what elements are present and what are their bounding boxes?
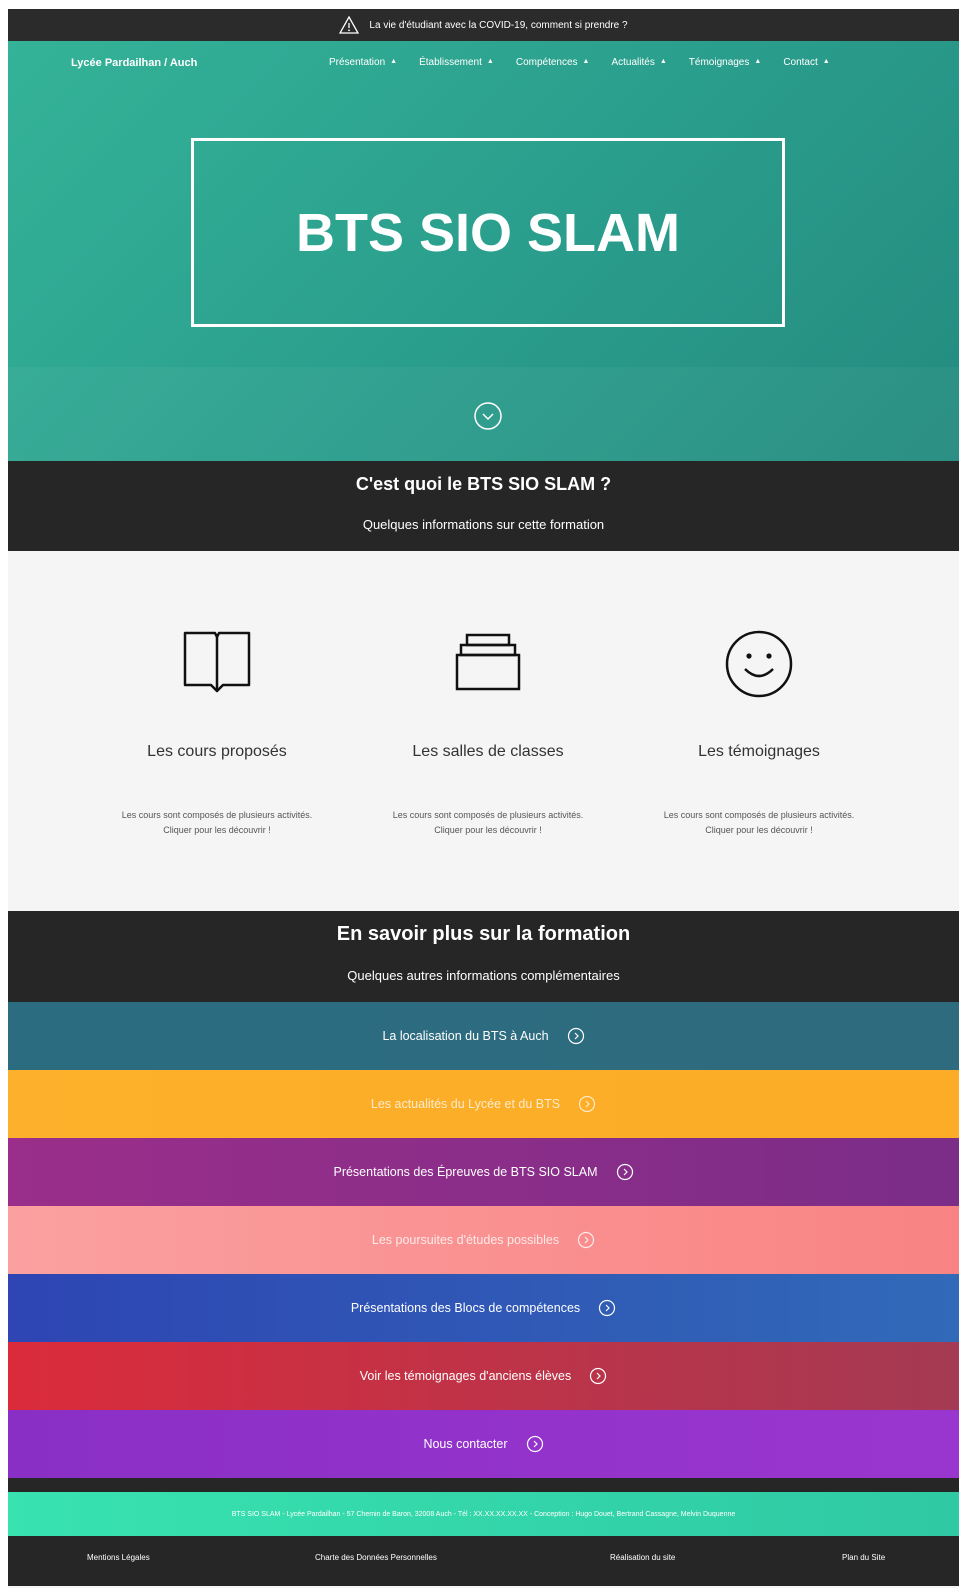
feature-desc-line: Cliquer pour les découvrir ! [434,825,542,835]
nav-item-presentation[interactable]: Présentation ▲ [329,57,397,68]
link-localisation[interactable]: La localisation du BTS à Auch [8,1002,959,1070]
chevron-right-circle-icon [578,1231,595,1249]
nav-item-contact[interactable]: Contact ▲ [783,57,829,68]
chevron-right-circle-icon [590,1367,607,1385]
nav-item-competences[interactable]: Compétences ▲ [516,57,590,68]
chevron-down-circle-icon [474,402,502,430]
link-label: La localisation du BTS à Auch [382,1029,549,1043]
feature-description: Les cours sont composés de plusieurs act… [624,808,894,838]
link-label: Présentations des Épreuves de BTS SIO SL… [333,1165,598,1179]
section-more-header: En savoir plus sur la formation Quelques… [8,911,959,1002]
nav-item-label: Établissement [419,57,482,68]
page: La vie d'étudiant avec la COVID-19, comm… [8,9,959,1588]
nav-menu: Présentation ▲ Établissement ▲ Compétences… [329,57,852,68]
caret-up-icon: ▲ [659,58,667,65]
caret-up-icon: ▲ [754,58,762,65]
nav-item-temoignages[interactable]: Témoignages ▲ [689,57,762,68]
footer-link-realisation[interactable]: Réalisation du site [610,1553,675,1562]
feature-desc-line: Les cours sont composés de plusieurs act… [121,810,313,820]
footer-links: Mentions Légales Charte des Données Pers… [8,1536,959,1586]
hero-title-frame: BTS SIO SLAM [191,138,785,327]
nav-item-label: Contact [783,57,818,68]
feature-title: Les cours proposés [147,743,287,760]
feature-desc-line: Cliquer pour les découvrir ! [705,825,813,835]
chevron-right-circle-icon [567,1027,584,1045]
section-subtitle: Quelques informations sur cette formatio… [362,517,605,532]
link-label: Présentations des Blocs de compétences [350,1301,581,1315]
link-label: Voir les témoignages d'anciens élèves [359,1369,572,1383]
feature-title: Les salles de classes [412,743,564,760]
feature-desc-line: Les cours sont composés de plusieurs act… [392,810,584,820]
nav-item-actualites[interactable]: Actualités ▲ [611,57,666,68]
main-nav: Lycée Pardailhan / Auch Présentation ▲ Ét… [8,55,959,73]
nav-item-label: Témoignages [688,57,750,68]
caret-up-icon: ▲ [390,58,398,65]
link-epreuves[interactable]: Présentations des Épreuves de BTS SIO SL… [8,1138,959,1206]
scroll-down-button[interactable] [473,401,503,431]
brand-link[interactable]: Lycée Pardailhan / Auch [71,57,197,69]
feature-title: Les témoignages [698,743,820,760]
nav-item-label: Compétences [515,57,578,68]
link-label: Les actualités du Lycée et du BTS [370,1097,561,1111]
alert-text: La vie d'étudiant avec la COVID-19, comm… [369,19,628,31]
link-label: Nous contacter [423,1437,508,1451]
feature-desc-line: Les cours sont composés de plusieurs act… [663,810,855,820]
chevron-right-circle-icon [599,1299,616,1317]
section-title: C'est quoi le BTS SIO SLAM ? [355,474,612,494]
link-actualites[interactable]: Les actualités du Lycée et du BTS [8,1070,959,1138]
section-title: En savoir plus sur la formation [336,923,631,945]
archive-box-icon [353,629,623,699]
link-temoignages[interactable]: Voir les témoignages d'anciens élèves [8,1342,959,1410]
footer-link-charte[interactable]: Charte des Données Personnelles [315,1553,437,1562]
nav-item-label: Actualités [611,57,655,68]
chevron-right-circle-icon [616,1163,633,1181]
caret-up-icon: ▲ [486,58,494,65]
footer-info-text: BTS SIO SLAM - Lycée Pardailhan - 57 Che… [231,1510,736,1518]
caret-up-icon: ▲ [822,58,830,65]
feature-desc-line: Cliquer pour les découvrir ! [163,825,271,835]
open-book-icon [82,629,352,699]
hero: Lycée Pardailhan / Auch Présentation ▲ Ét… [8,41,959,461]
chevron-right-circle-icon [579,1095,596,1113]
nav-item-etablissement[interactable]: Établissement ▲ [419,57,494,68]
link-label: Les poursuites d'études possibles [371,1233,560,1247]
section-intro-header: C'est quoi le BTS SIO SLAM ? Quelques in… [8,461,959,551]
footer-info-bar: BTS SIO SLAM - Lycée Pardailhan - 57 Che… [8,1492,959,1536]
caret-up-icon: ▲ [582,58,590,65]
footer-link-mentions[interactable]: Mentions Légales [87,1553,150,1562]
link-blocs[interactable]: Présentations des Blocs de compétences [8,1274,959,1342]
link-poursuites[interactable]: Les poursuites d'études possibles [8,1206,959,1274]
hero-title: BTS SIO SLAM [295,202,680,263]
smiley-icon [624,629,894,699]
footer-divider [8,1478,959,1492]
feature-description: Les cours sont composés de plusieurs act… [82,808,352,838]
covid-alert-bar[interactable]: La vie d'étudiant avec la COVID-19, comm… [8,9,959,41]
chevron-right-circle-icon [526,1435,543,1453]
features-section: Les cours proposés Les cours sont compos… [8,551,959,911]
footer-link-plan[interactable]: Plan du Site [842,1553,885,1562]
warning-triangle-icon [339,16,360,34]
link-contact[interactable]: Nous contacter [8,1410,959,1478]
feature-description: Les cours sont composés de plusieurs act… [353,808,623,838]
nav-item-label: Présentation [329,57,386,68]
section-subtitle: Quelques autres informations complémenta… [347,968,620,983]
